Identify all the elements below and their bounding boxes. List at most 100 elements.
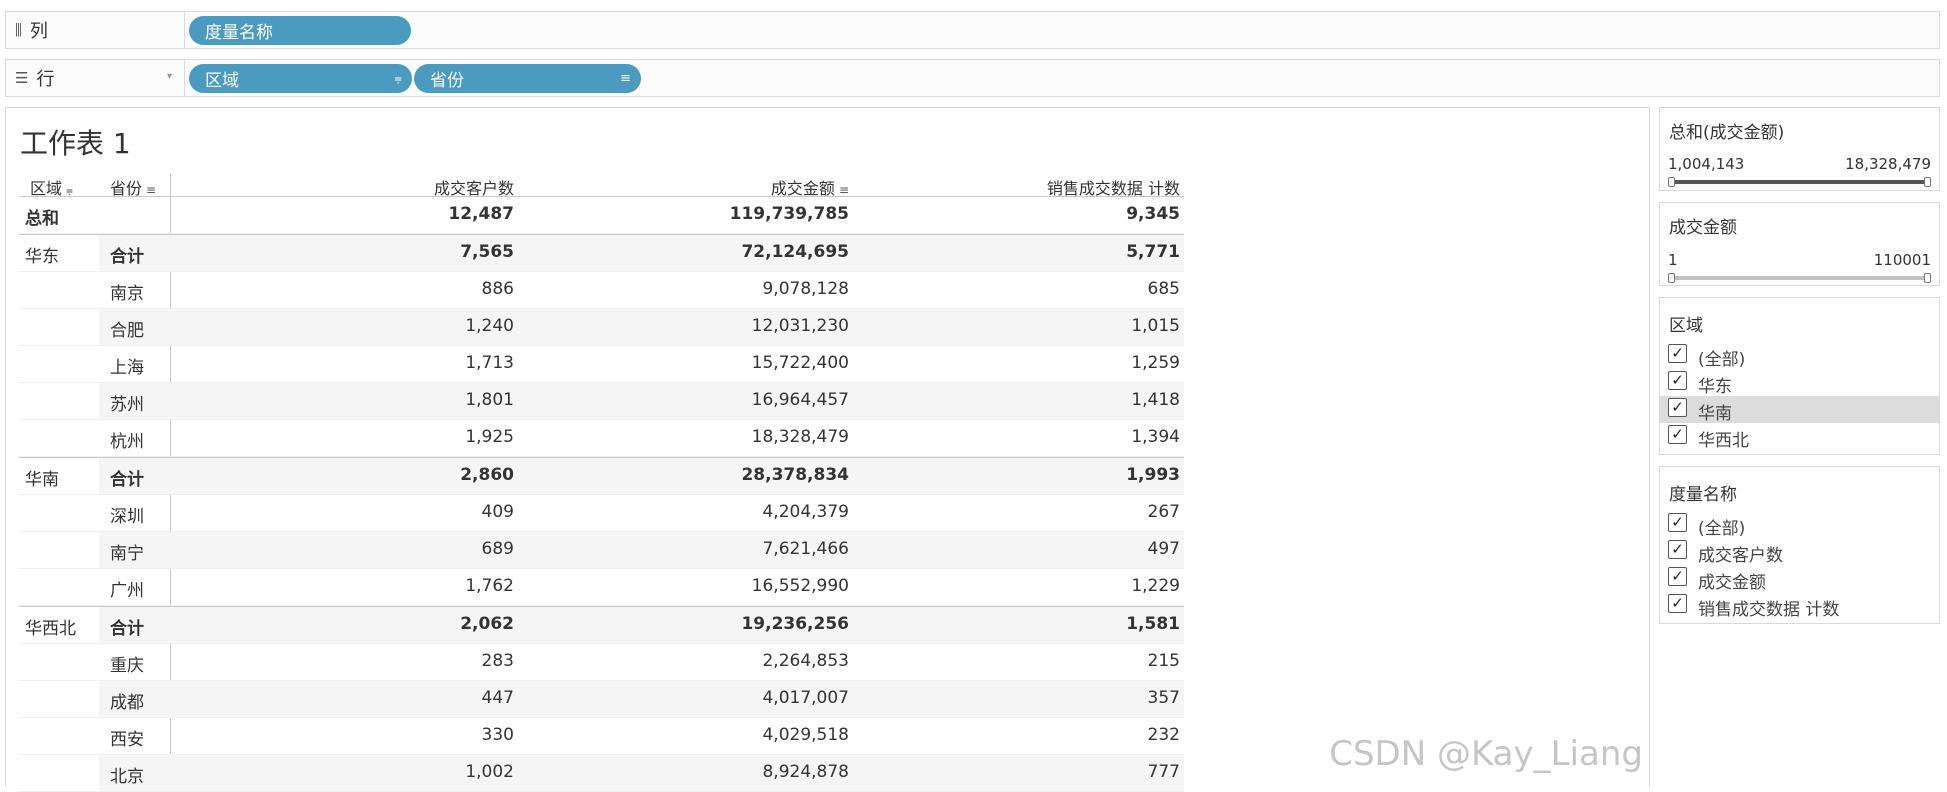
province-cell: 合计 <box>110 470 144 490</box>
filter-title: 区域 <box>1669 316 1703 336</box>
sort-icon[interactable]: ≡ <box>146 183 156 197</box>
checkbox[interactable]: ✓ <box>1668 425 1687 444</box>
table-row[interactable]: 上海 1,713 15,722,400 1,259 <box>19 346 1184 383</box>
checkbox-item[interactable]: ✓ (全部) <box>1660 342 1939 370</box>
table-row[interactable]: 南宁 689 7,621,466 497 <box>19 532 1184 569</box>
row-stripe <box>99 607 1184 643</box>
amount-cell: 12,031,230 <box>751 316 849 336</box>
filter-card-region: 区域 ✓ (全部) ✓ 华东 ✓ 华南 ✓ 华西北 <box>1659 297 1940 455</box>
count-cell: 267 <box>1147 502 1180 522</box>
table-row[interactable]: 成都 447 4,017,007 357 <box>19 681 1184 718</box>
checkbox-item[interactable]: ✓ 华东 <box>1660 369 1939 397</box>
header-province[interactable]: 省份 ≡ <box>110 175 156 199</box>
province-cell: 南京 <box>110 284 144 304</box>
count-cell: 1,394 <box>1131 427 1180 447</box>
columns-shelf[interactable]: ⫼ 列 度量名称 <box>5 11 1940 49</box>
table-row[interactable]: 总和 12,487 119,739,785 9,345 <box>19 197 1184 234</box>
range-max: 110001 <box>1873 251 1931 269</box>
range-slider[interactable] <box>1671 180 1928 184</box>
checkbox[interactable]: ✓ <box>1668 567 1687 586</box>
sort-descending-icon[interactable]: ⩦ <box>394 71 402 86</box>
checkbox[interactable]: ✓ <box>1668 513 1687 532</box>
amount-cell: 19,236,256 <box>741 614 849 634</box>
table-row[interactable]: 南京 886 9,078,128 685 <box>19 272 1184 309</box>
header-region[interactable]: 区域 ⩦ <box>30 175 73 199</box>
checkbox-item[interactable]: ✓ 华南 <box>1660 396 1939 424</box>
table-row[interactable]: 西安 330 4,029,518 232 <box>19 718 1184 755</box>
province-cell: 西安 <box>110 730 144 750</box>
amount-cell: 18,328,479 <box>751 427 849 447</box>
checkbox[interactable]: ✓ <box>1668 344 1687 363</box>
table-row[interactable]: 华南 合计 2,860 28,378,834 1,993 <box>19 457 1184 495</box>
count-cell: 215 <box>1147 651 1180 671</box>
checkbox-item[interactable]: ✓ 成交金额 <box>1660 565 1939 593</box>
customers-cell: 1,002 <box>465 762 514 782</box>
checkbox-item[interactable]: ✓ 成交客户数 <box>1660 538 1939 566</box>
amount-cell: 15,722,400 <box>751 353 849 373</box>
row-stripe <box>99 532 1184 568</box>
amount-cell: 2,264,853 <box>762 651 849 671</box>
amount-cell: 119,739,785 <box>729 204 849 224</box>
pill-measure-names[interactable]: 度量名称 <box>189 16 411 45</box>
customers-cell: 283 <box>481 651 514 671</box>
row-stripe <box>99 235 1184 271</box>
table-header: 区域 ⩦ 省份 ≡ 成交客户数 成交金额 ≡ 销售成交数据 计数 <box>19 174 1184 199</box>
province-cell: 重庆 <box>110 656 144 676</box>
header-customers[interactable]: 成交客户数 <box>434 175 514 199</box>
table-row[interactable]: 华东 合计 7,565 72,124,695 5,771 <box>19 234 1184 272</box>
checkbox[interactable]: ✓ <box>1668 540 1687 559</box>
table-row[interactable]: 北京 1,002 8,924,878 777 <box>19 755 1184 792</box>
header-count[interactable]: 销售成交数据 计数 <box>1047 175 1180 199</box>
customers-cell: 409 <box>481 502 514 522</box>
province-cell: 南宁 <box>110 544 144 564</box>
pill-province[interactable]: 省份 ≡ <box>414 64 641 93</box>
sort-icon[interactable]: ≡ <box>839 183 849 197</box>
rows-shelf[interactable]: ☰ 行 ▾ 区域 ⩦ 省份 ≡ <box>5 59 1940 97</box>
slider-handle-max[interactable] <box>1924 177 1931 187</box>
table-row[interactable]: 华西北 合计 2,062 19,236,256 1,581 <box>19 606 1184 644</box>
table-row[interactable]: 重庆 283 2,264,853 215 <box>19 644 1184 681</box>
filter-card-measure: 度量名称 ✓ (全部) ✓ 成交客户数 ✓ 成交金额 ✓ 销售成交数据 计数 <box>1659 466 1940 624</box>
count-cell: 1,229 <box>1131 576 1180 596</box>
columns-shelf-label: ⫼ 列 <box>6 12 185 48</box>
range-min: 1 <box>1668 251 1678 269</box>
customers-cell: 2,860 <box>460 465 514 485</box>
sort-icon[interactable]: ≡ <box>620 71 631 86</box>
slider-handle-max[interactable] <box>1924 273 1931 283</box>
row-stripe <box>99 309 1184 345</box>
table-row[interactable]: 苏州 1,801 16,964,457 1,418 <box>19 383 1184 420</box>
checkbox[interactable]: ✓ <box>1668 398 1687 417</box>
slider-handle-min[interactable] <box>1668 177 1675 187</box>
count-cell: 777 <box>1147 762 1180 782</box>
checkbox[interactable]: ✓ <box>1668 594 1687 613</box>
province-cell: 北京 <box>110 767 144 787</box>
province-cell: 苏州 <box>110 395 144 415</box>
row-stripe <box>99 383 1184 419</box>
checkbox-item[interactable]: ✓ 销售成交数据 计数 <box>1660 592 1939 620</box>
table-row[interactable]: 深圳 409 4,204,379 267 <box>19 495 1184 532</box>
range-max: 18,328,479 <box>1845 155 1931 173</box>
filter-card-sum-amount: 总和(成交金额) 1,004,143 18,328,479 <box>1659 107 1940 191</box>
pill-region[interactable]: 区域 ⩦ <box>189 64 412 93</box>
customers-cell: 330 <box>481 725 514 745</box>
slider-handle-min[interactable] <box>1668 273 1675 283</box>
header-amount[interactable]: 成交金额 ≡ <box>771 175 849 199</box>
sort-icon[interactable]: ⩦ <box>66 183 73 197</box>
checkbox-item[interactable]: ✓ (全部) <box>1660 511 1939 539</box>
amount-cell: 8,924,878 <box>762 762 849 782</box>
count-cell: 1,581 <box>1126 614 1180 634</box>
customers-cell: 886 <box>481 279 514 299</box>
count-cell: 497 <box>1147 539 1180 559</box>
crosstab: 区域 ⩦ 省份 ≡ 成交客户数 成交金额 ≡ 销售成交数据 计数 总和 12,487 11… <box>19 174 1184 792</box>
checkbox[interactable]: ✓ <box>1668 371 1687 390</box>
table-row[interactable]: 杭州 1,925 18,328,479 1,394 <box>19 420 1184 457</box>
checkbox-label: 成交金额 <box>1698 573 1766 593</box>
table-row[interactable]: 广州 1,762 16,552,990 1,229 <box>19 569 1184 606</box>
chevron-down-icon[interactable]: ▾ <box>167 71 172 82</box>
checkbox-item[interactable]: ✓ 华西北 <box>1660 423 1939 451</box>
amount-cell: 4,204,379 <box>762 502 849 522</box>
table-row[interactable]: 合肥 1,240 12,031,230 1,015 <box>19 309 1184 346</box>
range-slider[interactable] <box>1671 276 1928 280</box>
row-stripe <box>99 458 1184 494</box>
province-cell: 合计 <box>110 247 144 267</box>
